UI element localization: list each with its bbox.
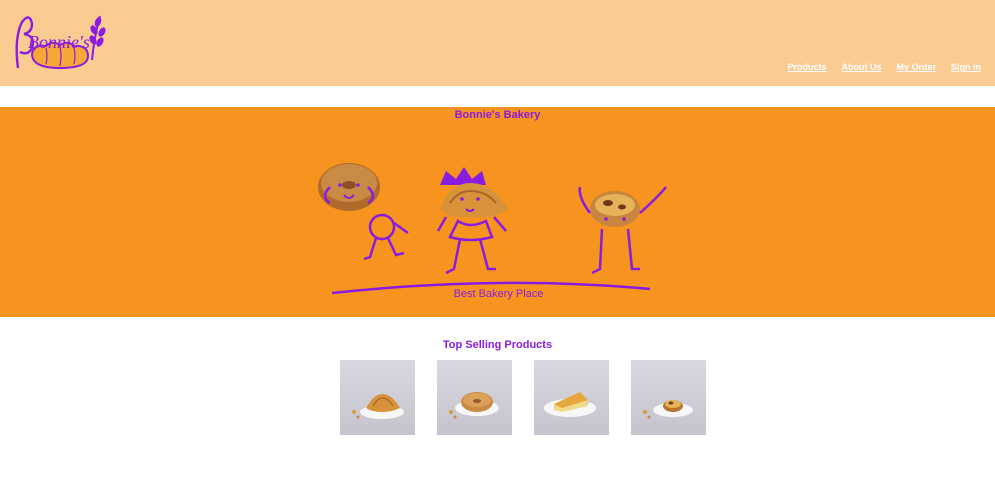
hero-title: Bonnie's Bakery: [454, 109, 541, 121]
croissant-character: [436, 167, 508, 275]
header-bar: Bonnie's Products About Us My Order Sign…: [0, 0, 995, 86]
bonnies-logo[interactable]: Bonnie's: [10, 8, 110, 76]
nav-my-order-link[interactable]: My Order: [896, 62, 936, 72]
product-card-croissant[interactable]: [340, 360, 415, 435]
top-selling-products: [340, 360, 706, 435]
product-card-bagel[interactable]: [437, 360, 512, 435]
product-card-cheesecake[interactable]: [534, 360, 609, 435]
nav-sign-in-link[interactable]: Sign in: [951, 62, 981, 72]
egg-tart-character: [578, 186, 667, 275]
nav-about-us-link[interactable]: About Us: [841, 62, 881, 72]
croissant-image: [352, 394, 404, 419]
egg-tart-image: [643, 400, 693, 419]
cheesecake-image: [544, 392, 601, 417]
bagel-image: [449, 392, 499, 419]
logo-text: Bonnie's: [28, 32, 90, 52]
hero-tagline: Best Bakery Place: [453, 288, 544, 300]
nav-products-link[interactable]: Products: [787, 62, 826, 72]
hero-banner: Bonnie's Bakery Best Bakery Place: [0, 107, 995, 317]
product-card-egg-tart[interactable]: [631, 360, 706, 435]
main-nav: Products About Us My Order Sign in: [787, 62, 981, 72]
top-selling-title: Top Selling Products: [442, 339, 553, 351]
bagel-character: [318, 163, 409, 261]
bakery-characters-illustration: [318, 163, 667, 295]
